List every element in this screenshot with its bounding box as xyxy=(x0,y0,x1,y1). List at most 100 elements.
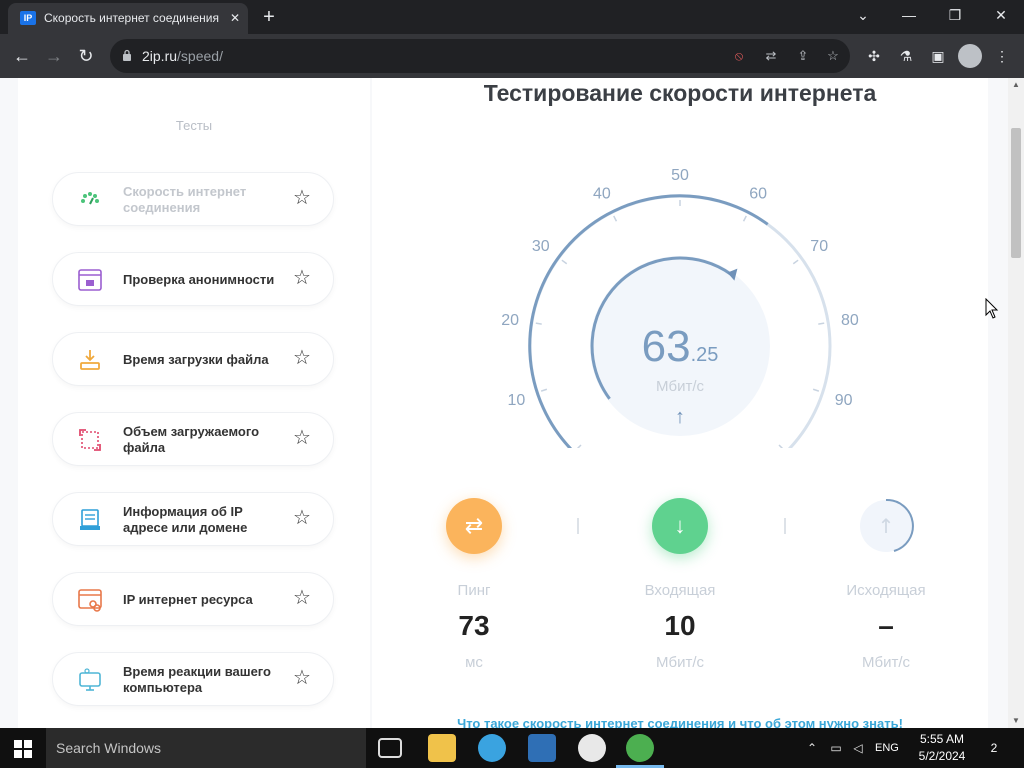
gauge-tick-mark xyxy=(576,444,582,448)
scroll-up-icon[interactable]: ▲ xyxy=(1008,78,1024,92)
restore-icon[interactable]: ❐ xyxy=(940,4,970,26)
browser-link-icon xyxy=(78,589,102,612)
gauge-tick-label: 40 xyxy=(593,186,611,203)
tab-search-chevron-icon[interactable]: ⌄ xyxy=(848,4,878,26)
tab-speed-test[interactable]: IP Скорость интернет соединения ✕ xyxy=(8,3,248,34)
input-language[interactable]: ENG xyxy=(875,740,903,756)
scroll-thumb[interactable] xyxy=(1011,128,1021,258)
download-stat: ↓ Входящая 10 Мбит/с xyxy=(600,498,760,678)
translate-icon[interactable]: ⇄ xyxy=(762,47,780,65)
menu-dots-icon[interactable]: ⋮ xyxy=(992,46,1012,66)
gauge-tick-mark xyxy=(613,215,618,222)
close-tab-icon[interactable]: ✕ xyxy=(228,11,242,25)
bookmark-star-icon[interactable]: ☆ xyxy=(824,47,842,65)
side-panel-icon[interactable]: ▣ xyxy=(928,46,948,66)
sidebar-item-label: Проверка анонимности xyxy=(123,272,275,287)
favorite-star-icon[interactable]: ☆ xyxy=(291,587,313,609)
network-icon[interactable]: ▭ xyxy=(828,740,844,756)
svg-text:↑: ↑ xyxy=(878,514,895,538)
tab-title: Скорость интернет соединения xyxy=(44,11,219,25)
favorite-star-icon[interactable]: ☆ xyxy=(291,187,313,209)
speed-info-link[interactable]: Что такое скорость интернет соединения и… xyxy=(372,716,988,728)
task-view-icon[interactable] xyxy=(378,738,402,758)
notifications-icon[interactable]: 2 xyxy=(984,738,1004,758)
app-n-icon[interactable] xyxy=(578,734,606,762)
back-icon[interactable]: ← xyxy=(10,44,34,68)
share-icon[interactable]: ⇪ xyxy=(794,47,812,65)
favorite-star-icon[interactable]: ☆ xyxy=(291,427,313,449)
profile-avatar[interactable] xyxy=(958,44,982,68)
gauge-tick-mark xyxy=(792,259,799,265)
speed-test-panel: Тестирование скорости интернета 01020304… xyxy=(372,78,988,728)
address-bar[interactable]: 2ip.ru/speed/ ⦸ ⇄ ⇪ ☆ xyxy=(110,39,850,73)
mouse-cursor-icon xyxy=(985,298,999,319)
reload-icon[interactable]: ↻ xyxy=(74,44,98,68)
sidebar-item-label: Информация об IP адресе или домене xyxy=(123,504,248,535)
tests-sidebar: Тесты Скорость интернет соединения ☆ Про… xyxy=(18,78,370,728)
download-label: Входящая xyxy=(644,582,716,599)
document-icon xyxy=(80,509,100,530)
scroll-down-icon[interactable]: ▼ xyxy=(1008,714,1024,728)
upload-value: – xyxy=(878,610,894,641)
upload-arrow-icon: ↑ xyxy=(675,406,685,428)
app-xp-icon[interactable] xyxy=(528,734,556,762)
labs-flask-icon[interactable]: ⚗ xyxy=(896,46,916,66)
site-favicon-icon: IP xyxy=(20,11,36,25)
screen: IP Скорость интернет соединения ✕ + ⌄ — … xyxy=(0,0,1024,768)
new-tab-icon[interactable]: + xyxy=(258,6,280,28)
gauge-tick-mark xyxy=(561,259,568,265)
extensions-puzzle-icon[interactable]: ✣ xyxy=(864,46,884,66)
location-blocked-icon[interactable]: ⦸ xyxy=(730,47,748,65)
sidebar-item-ip-info[interactable]: Информация об IP адресе или домене ☆ xyxy=(52,492,334,546)
ping-value: 73 xyxy=(458,610,490,641)
file-explorer-icon[interactable] xyxy=(428,734,456,762)
browser-tabstrip: IP Скорость интернет соединения ✕ + ⌄ — … xyxy=(0,0,1024,34)
gauge-tick-label: 60 xyxy=(749,186,767,203)
windows-taskbar: Search Windows ⌃ ▭ ◁ ENG 5:55 AM 5/2/202… xyxy=(0,728,1024,768)
ping-unit: мс xyxy=(465,654,483,671)
volume-muted-icon[interactable]: ◁ xyxy=(850,740,866,756)
minimize-icon[interactable]: — xyxy=(894,4,924,26)
chrome-icon[interactable] xyxy=(626,734,654,762)
sidebar-item-file-size[interactable]: Объем загружаемого файла ☆ xyxy=(52,412,334,466)
page-scrollbar[interactable]: ▲ ▼ xyxy=(1008,78,1024,728)
gauge-tick-label: 20 xyxy=(501,312,519,329)
sidebar-item-file-download-time[interactable]: Время загрузки файла ☆ xyxy=(52,332,334,386)
gauge-tick-mark xyxy=(812,388,820,392)
ping-swap-icon: ⇄ xyxy=(446,498,502,554)
sidebar-item-anonymity[interactable]: Проверка анонимности ☆ xyxy=(52,252,334,306)
gauge-tick-label: 30 xyxy=(532,238,550,255)
favorite-star-icon[interactable]: ☆ xyxy=(291,347,313,369)
current-speed-value: 63.25 xyxy=(641,322,719,371)
lock-icon xyxy=(123,49,131,61)
sidebar-item-ip-resource[interactable]: IP интернет ресурса ☆ xyxy=(52,572,334,626)
gauge-tick-mark xyxy=(540,388,548,392)
browser-toolbar: ← → ↻ 2ip.ru/speed/ ⦸ ⇄ ⇪ ☆ ✣ ⚗ ▣ ⋮ xyxy=(0,34,1024,78)
gauge-tick-label: 90 xyxy=(835,392,853,409)
favorite-star-icon[interactable]: ☆ xyxy=(291,507,313,529)
ie-browser-icon[interactable] xyxy=(478,734,506,762)
upload-progress-icon: ↑ xyxy=(860,498,914,552)
sidebar-item-reaction-time[interactable]: Время реакции вашего компьютера ☆ xyxy=(52,652,334,706)
download-icon xyxy=(80,350,100,370)
gauge-tick-label: 80 xyxy=(841,312,859,329)
close-window-icon[interactable]: ✕ xyxy=(986,4,1016,26)
gauge-tick-label: 50 xyxy=(671,167,689,184)
gauge-tick-label: 10 xyxy=(508,392,526,409)
windows-start-icon[interactable] xyxy=(14,740,32,758)
url-text: 2ip.ru/speed/ xyxy=(142,48,223,64)
gauge-tick-label: 70 xyxy=(810,238,828,255)
ping-label: Пинг xyxy=(457,582,491,599)
ping-stat: ⇄ Пинг 73 мс xyxy=(394,498,554,678)
clock-date[interactable]: 5/2/2024 xyxy=(912,749,972,765)
clock-time[interactable]: 5:55 AM xyxy=(912,732,972,748)
tray-chevron-up-icon[interactable]: ⌃ xyxy=(804,740,820,756)
sidebar-item-speed[interactable]: Скорость интернет соединения ☆ xyxy=(52,172,334,226)
favorite-star-icon[interactable]: ☆ xyxy=(291,667,313,689)
sidebar-item-label: IP интернет ресурса xyxy=(123,592,253,607)
browser-lock-icon xyxy=(78,269,102,291)
taskbar-search[interactable]: Search Windows xyxy=(46,728,366,768)
favorite-star-icon[interactable]: ☆ xyxy=(291,267,313,289)
forward-icon[interactable]: → xyxy=(42,44,66,68)
computer-icon xyxy=(79,668,101,691)
